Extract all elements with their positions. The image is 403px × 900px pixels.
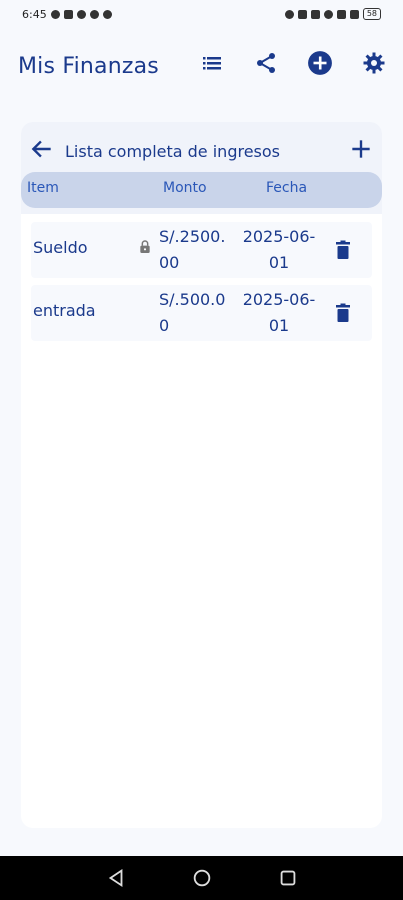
arrow-back-icon [31,140,51,158]
at-sign-icon [89,9,99,19]
column-monto: Monto [163,180,207,196]
system-nav-bar [0,856,403,900]
column-item: Item [27,180,59,196]
income-list-card: Lista completa de ingresos Item Monto Fe… [21,122,382,828]
share-icon [257,53,275,73]
back-button[interactable] [29,136,55,162]
signal-icon [349,9,359,19]
eye-icon [284,9,294,19]
app-bar: Mis Finanzas [0,38,403,94]
notification-icon [50,9,60,19]
app-notification-icon [76,9,86,19]
chrome-icon [102,9,112,19]
row-fecha: 2025-06-01 [242,290,316,335]
wifi-icon [323,9,333,19]
row-item: Sueldo [33,238,88,257]
card-header: Lista completa de ingresos [21,130,382,170]
nav-home-icon[interactable] [191,867,213,889]
youtube-icon [63,9,73,19]
add-circle-button[interactable] [305,48,335,78]
row-item: entrada [33,301,96,320]
app-actions [197,48,389,78]
add-income-button[interactable] [348,136,374,162]
column-fecha: Fecha [266,180,308,196]
list-icon [203,57,221,70]
row-monto: S/.2500.00 [159,227,226,272]
app-title: Mis Finanzas [18,53,159,79]
table-row: entrada S/.500.00 2025-06-01 [31,285,372,341]
settings-icon [363,52,385,74]
delete-button[interactable] [331,301,355,325]
row-fecha: 2025-06-01 [242,227,316,272]
row-monto: S/.500.00 [159,290,226,335]
battery-indicator: 58 [362,8,381,20]
sim-icon [297,9,307,19]
table-row: Sueldo S/.2500.00 2025-06-01 [31,222,372,278]
column-header: Item Monto Fecha [21,172,382,208]
settings-button[interactable] [359,48,389,78]
nfc-icon [336,9,346,19]
delete-button[interactable] [331,238,355,262]
trash-icon [336,240,350,259]
status-right: 58 [284,8,381,20]
vibrate-icon [310,9,320,19]
list-button[interactable] [197,48,227,78]
nav-recents-icon[interactable] [277,867,299,889]
status-bar: 6:45 58 [0,0,403,28]
trash-icon [336,303,350,322]
share-button[interactable] [251,48,281,78]
plus-icon [352,140,370,158]
card-title: Lista completa de ingresos [65,142,280,161]
status-time: 6:45 [22,7,47,21]
nav-back-icon[interactable] [105,867,127,889]
add-circle-icon [308,51,332,75]
lock-icon [140,240,150,253]
status-left: 6:45 [22,8,112,21]
